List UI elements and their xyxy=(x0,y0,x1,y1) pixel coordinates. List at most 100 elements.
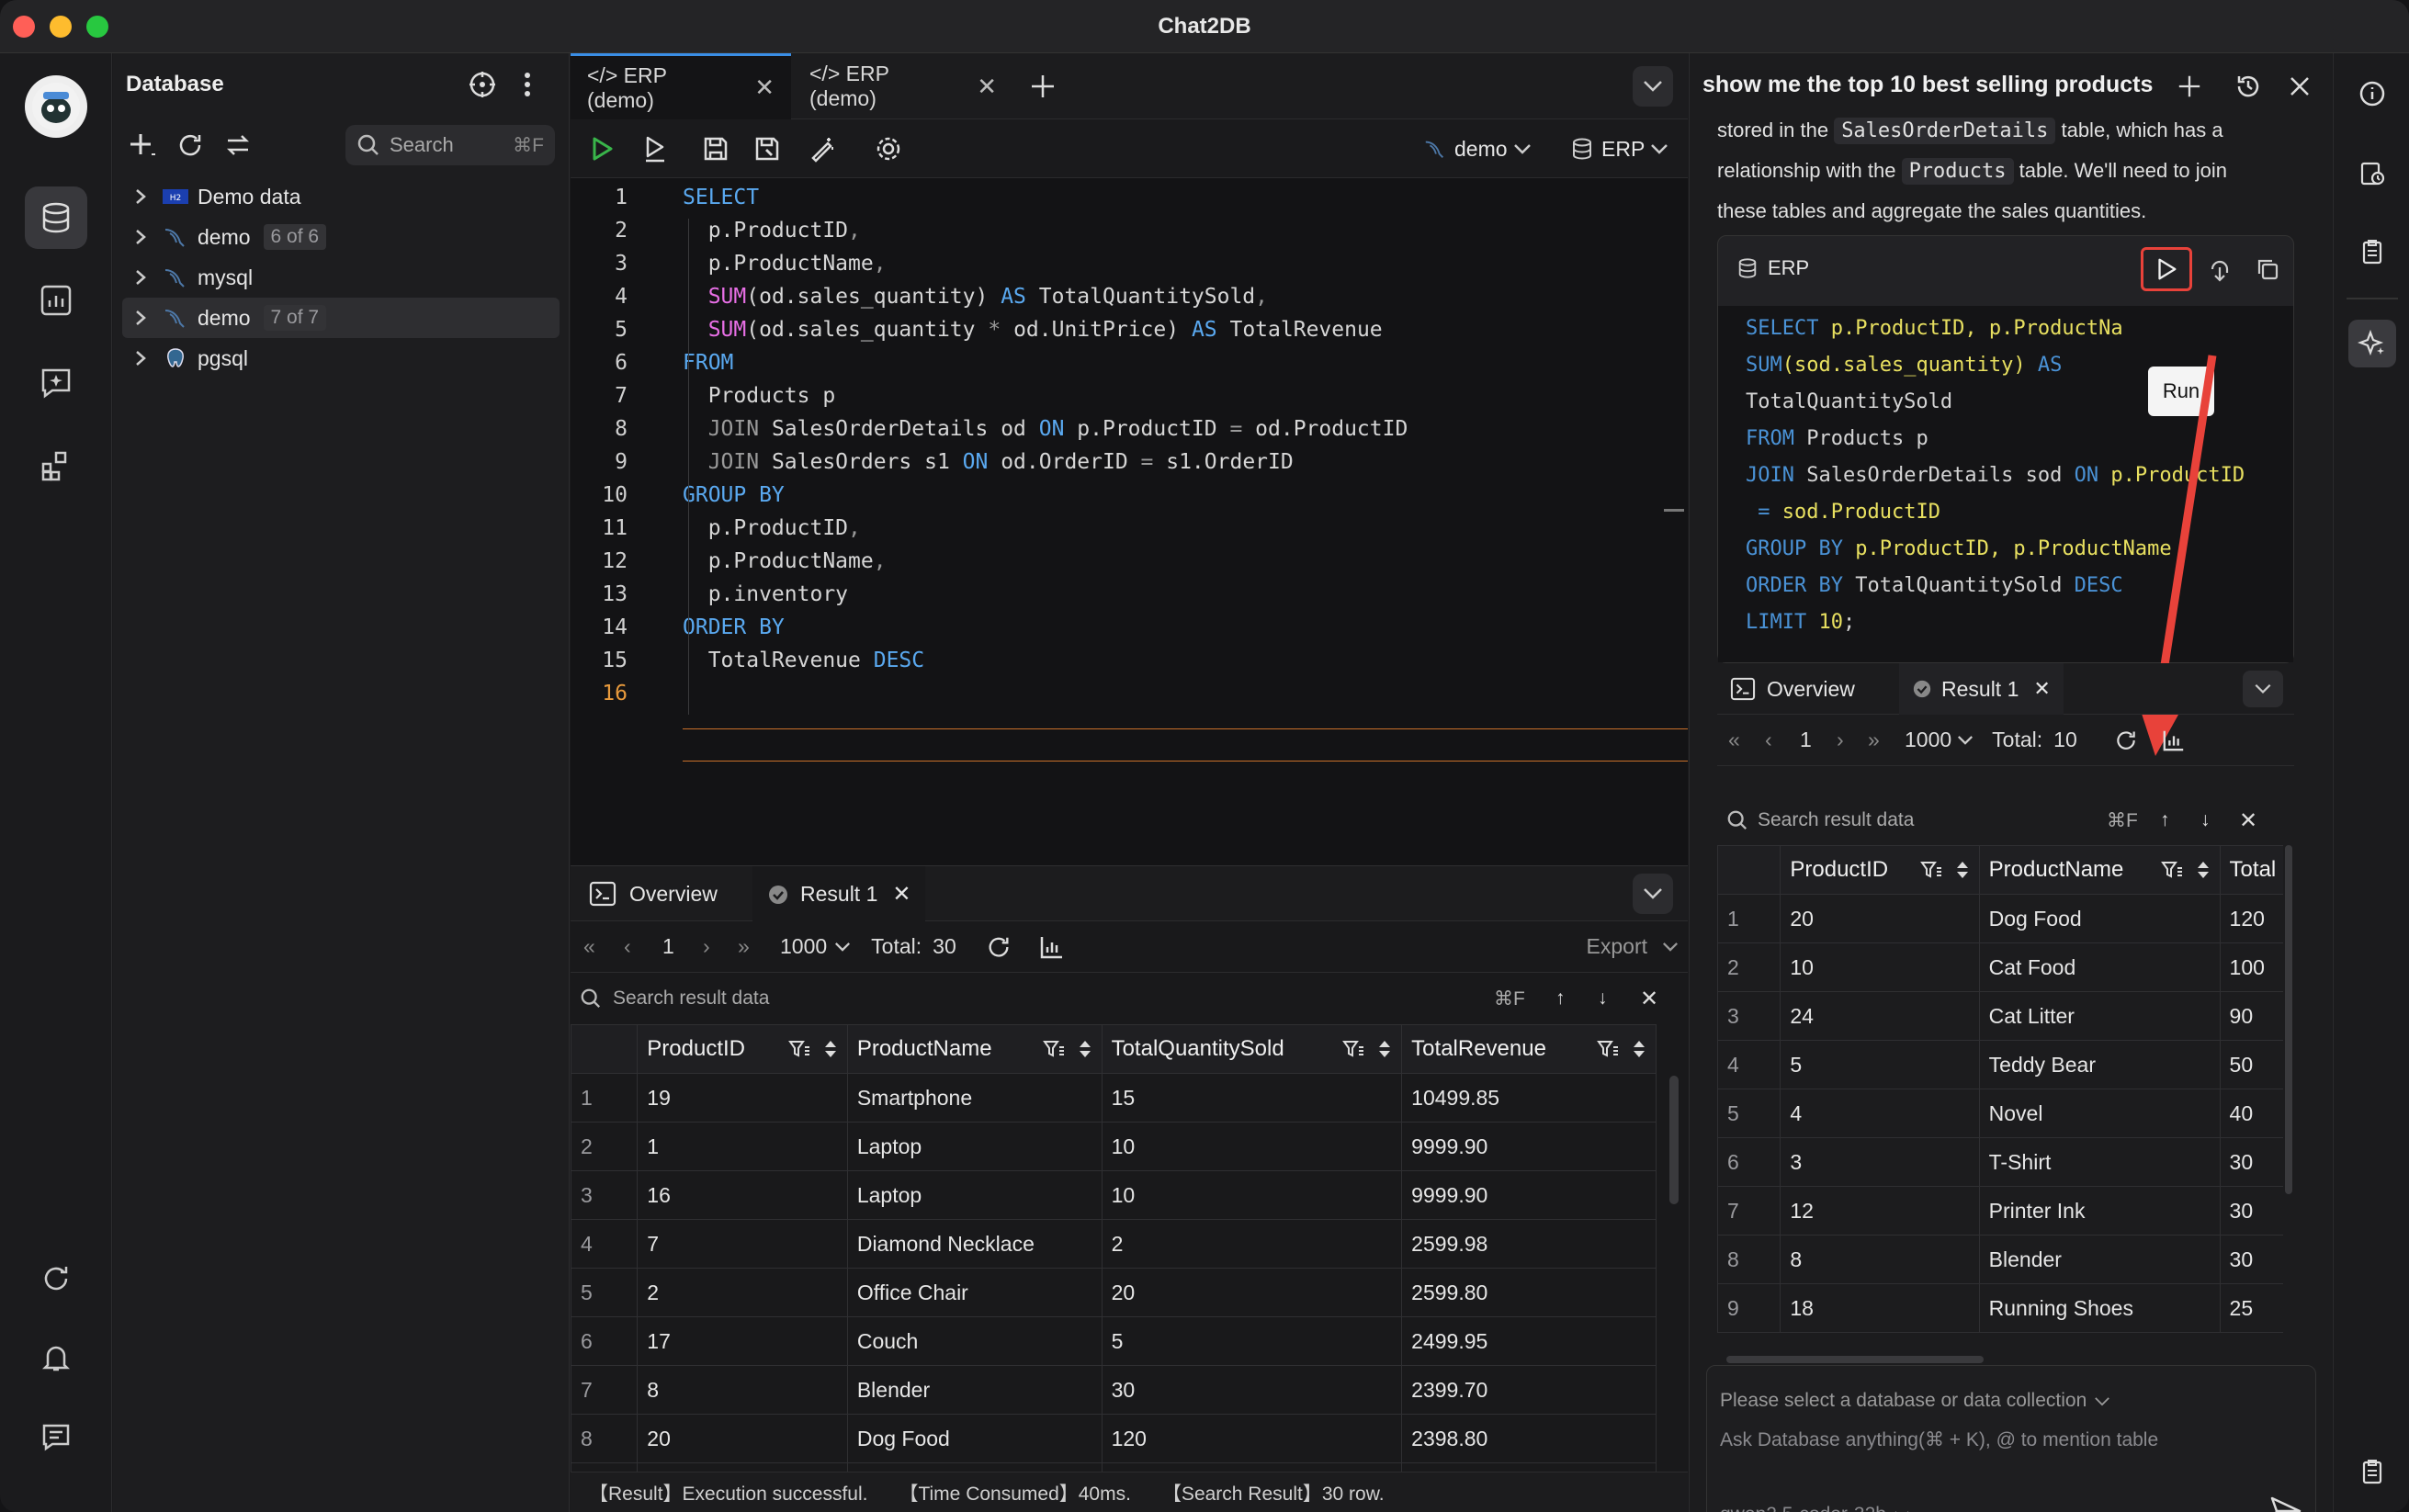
add-connection-button[interactable] xyxy=(126,129,159,162)
close-tab-icon[interactable]: ✕ xyxy=(977,73,997,101)
table-cell[interactable]: 30 xyxy=(2219,1186,2283,1236)
table-cell[interactable]: 30 xyxy=(2219,1235,2283,1284)
tab-erp-demo[interactable]: </> ERP (demo) ✕ xyxy=(793,53,1013,119)
chevron-right-icon[interactable] xyxy=(122,349,159,367)
model-selector[interactable]: qwen2.5-coder-32b xyxy=(1720,1504,1910,1512)
result-scrollbar[interactable] xyxy=(1669,1076,1679,1204)
close-tab-icon[interactable]: ✕ xyxy=(2033,677,2050,701)
tabs-dropdown-button[interactable] xyxy=(1633,66,1673,107)
first-page-icon[interactable]: « xyxy=(583,934,611,959)
tree-item-demo-selected[interactable]: demo 7 of 7 xyxy=(122,298,560,338)
table-row[interactable]: 3 24 Cat Litter 90 xyxy=(1717,991,2283,1041)
chat-input-box[interactable]: Please select a database or data collect… xyxy=(1706,1365,2316,1512)
table-cell[interactable]: 30 xyxy=(2219,1137,2283,1187)
table-cell[interactable]: 90 xyxy=(2219,991,2283,1041)
result-search-input[interactable]: Search result data ⌘F ↑ ↓ ✕ xyxy=(571,974,1688,1023)
tree-item-demo[interactable]: demo 6 of 6 xyxy=(122,217,560,257)
insert-sql-button[interactable] xyxy=(2201,251,2238,288)
table-cell[interactable]: Blender xyxy=(1978,1235,2221,1284)
table-cell[interactable]: Smartphone xyxy=(846,1073,1103,1123)
table-cell[interactable]: 7 xyxy=(637,1219,848,1269)
table-cell[interactable]: Couch xyxy=(846,1316,1103,1366)
tab-erp-demo-active[interactable]: </> ERP (demo) ✕ xyxy=(571,53,791,119)
filter-icon[interactable] xyxy=(1919,860,1942,880)
table-cell[interactable]: 10 xyxy=(1101,1170,1403,1220)
tree-item-demo-data[interactable]: H2 Demo data xyxy=(122,176,560,217)
table-cell[interactable]: Cat Food xyxy=(1978,942,2221,992)
page-size-selector[interactable]: 1000 xyxy=(780,934,827,959)
table-row[interactable]: 3 16 Laptop 10 9999.90 xyxy=(570,1170,1657,1220)
filter-icon[interactable] xyxy=(1042,1039,1065,1059)
table-cell[interactable]: 40 xyxy=(2219,1089,2283,1138)
prev-page-icon[interactable]: ‹ xyxy=(1765,728,1791,752)
search-next-icon[interactable]: ↓ xyxy=(1598,987,1608,1010)
run-button[interactable] xyxy=(585,132,618,165)
settings-button[interactable] xyxy=(872,132,905,165)
column-header[interactable]: TotalQuantitySold xyxy=(1101,1024,1403,1074)
table-cell[interactable]: 100 xyxy=(2219,942,2283,992)
sort-icon[interactable] xyxy=(1078,1039,1092,1059)
db-prompt-selector[interactable]: Please select a database or data collect… xyxy=(1720,1390,2110,1412)
minimize-window-button[interactable] xyxy=(50,16,72,38)
table-row[interactable]: 4 7 Diamond Necklace 2 2599.98 xyxy=(570,1219,1657,1269)
table-cell[interactable]: Diamond Necklace xyxy=(846,1219,1103,1269)
table-cell[interactable]: 20 xyxy=(637,1414,848,1463)
table-cell[interactable]: 20 xyxy=(1101,1268,1403,1317)
filter-icon[interactable] xyxy=(1342,1039,1364,1059)
table-cell[interactable]: 18 xyxy=(1780,1283,1980,1333)
send-button[interactable] xyxy=(2268,1493,2304,1512)
query-history-button[interactable] xyxy=(2352,152,2392,193)
tree-item-mysql[interactable]: mysql xyxy=(122,257,560,298)
table-cell[interactable]: 2499.95 xyxy=(1401,1316,1657,1366)
chart-view-button[interactable] xyxy=(2162,728,2188,752)
refresh-tree-button[interactable] xyxy=(174,129,207,162)
chat-result-h-scrollbar[interactable] xyxy=(1726,1356,1984,1363)
refresh-button[interactable] xyxy=(25,1247,87,1310)
table-cell[interactable]: 19 xyxy=(637,1073,848,1123)
sort-icon[interactable] xyxy=(2196,860,2211,880)
search-next-icon[interactable]: ↓ xyxy=(2200,809,2211,831)
table-cell[interactable]: 1 xyxy=(637,1122,848,1171)
table-cell[interactable]: 30 xyxy=(1101,1365,1403,1415)
sort-icon[interactable] xyxy=(823,1039,838,1059)
ai-assistant-button[interactable] xyxy=(2348,320,2396,367)
table-cell[interactable]: Cat Litter xyxy=(1978,991,2221,1041)
table-row[interactable]: 6 3 T-Shirt 30 xyxy=(1717,1137,2283,1187)
table-cell[interactable]: 120 xyxy=(1101,1414,1403,1463)
column-header[interactable]: ProductID xyxy=(1780,845,1980,895)
nav-ai-chat[interactable] xyxy=(25,352,87,414)
new-tab-button[interactable] xyxy=(1024,68,1061,105)
table-cell[interactable]: 25 xyxy=(2219,1283,2283,1333)
table-row[interactable]: 7 8 Blender 30 2399.70 xyxy=(570,1365,1657,1415)
search-prev-icon[interactable]: ↑ xyxy=(1555,987,1566,1010)
table-cell[interactable]: 2 xyxy=(1101,1219,1403,1269)
table-row[interactable]: 8 20 Dog Food 120 2398.80 xyxy=(570,1414,1657,1463)
table-cell[interactable]: 10 xyxy=(1780,942,1980,992)
tasks-button[interactable] xyxy=(2352,1451,2392,1492)
table-cell[interactable]: T-Shirt xyxy=(1978,1137,2221,1187)
table-cell[interactable]: 10499.85 xyxy=(1401,1073,1657,1123)
tab-overview[interactable]: Overview xyxy=(589,866,718,921)
sort-icon[interactable] xyxy=(1632,1039,1646,1059)
table-cell[interactable]: 2599.98 xyxy=(1401,1219,1657,1269)
tab-result-1[interactable]: Result 1 ✕ xyxy=(752,866,926,922)
saved-queries-button[interactable] xyxy=(2352,231,2392,272)
table-row[interactable]: 1 19 Smartphone 15 10499.85 xyxy=(570,1073,1657,1123)
table-row[interactable]: 2 1 Laptop 10 9999.90 xyxy=(570,1122,1657,1171)
table-row[interactable]: 7 12 Printer Ink 30 xyxy=(1717,1186,2283,1236)
table-row[interactable]: 2 10 Cat Food 100 xyxy=(1717,942,2283,992)
table-cell[interactable]: 10 xyxy=(1101,1122,1403,1171)
table-cell[interactable]: 15 xyxy=(1101,1073,1403,1123)
tree-item-pgsql[interactable]: pgsql xyxy=(122,338,560,378)
chat-result-collapse-button[interactable] xyxy=(2243,671,2283,707)
table-cell[interactable]: Dog Food xyxy=(846,1414,1103,1463)
prev-page-icon[interactable]: ‹ xyxy=(624,934,651,959)
nav-extensions[interactable] xyxy=(25,434,87,497)
last-page-icon[interactable]: » xyxy=(738,934,765,959)
chevron-right-icon[interactable] xyxy=(122,187,159,206)
page-number[interactable]: 1 xyxy=(1800,728,1831,752)
table-cell[interactable]: 9999.90 xyxy=(1401,1122,1657,1171)
table-cell[interactable]: 9999.90 xyxy=(1401,1170,1657,1220)
save-button[interactable] xyxy=(699,132,732,165)
close-tab-icon[interactable]: ✕ xyxy=(754,73,775,102)
